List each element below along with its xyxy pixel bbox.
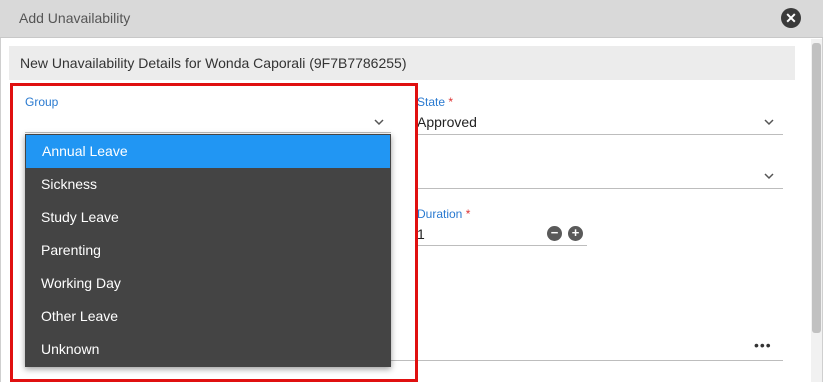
duration-required-mark: * bbox=[465, 207, 471, 221]
minus-circle-icon[interactable]: − bbox=[547, 226, 562, 241]
chevron-down-icon[interactable] bbox=[764, 171, 774, 181]
state-value[interactable]: Approved bbox=[417, 114, 477, 130]
dialog-title: Add Unavailability bbox=[19, 10, 131, 26]
bottom-field-underline bbox=[391, 360, 783, 361]
scrollbar-thumb[interactable] bbox=[812, 43, 821, 333]
state-label-text: State bbox=[417, 95, 446, 109]
dialog-titlebar: Add Unavailability ✕ bbox=[0, 0, 823, 38]
chevron-down-icon[interactable] bbox=[764, 117, 774, 127]
section-header: New Unavailability Details for Wonda Cap… bbox=[9, 46, 795, 80]
close-icon[interactable]: ✕ bbox=[781, 8, 801, 28]
duration-label: Duration * bbox=[417, 207, 470, 221]
more-horizontal-icon[interactable]: ••• bbox=[754, 337, 772, 353]
highlight-box bbox=[10, 83, 418, 382]
section-header-text: New Unavailability Details for Wonda Cap… bbox=[20, 55, 407, 71]
state-underline bbox=[417, 134, 783, 135]
duration-label-text: Duration bbox=[417, 207, 463, 221]
duration-underline bbox=[417, 245, 587, 246]
state-required-mark: * bbox=[448, 95, 454, 109]
scrollbar[interactable] bbox=[811, 39, 822, 382]
select-underline bbox=[417, 188, 783, 189]
state-label: State * bbox=[417, 95, 453, 109]
duration-input[interactable]: 1 bbox=[417, 226, 425, 242]
plus-circle-icon[interactable]: + bbox=[568, 226, 583, 241]
